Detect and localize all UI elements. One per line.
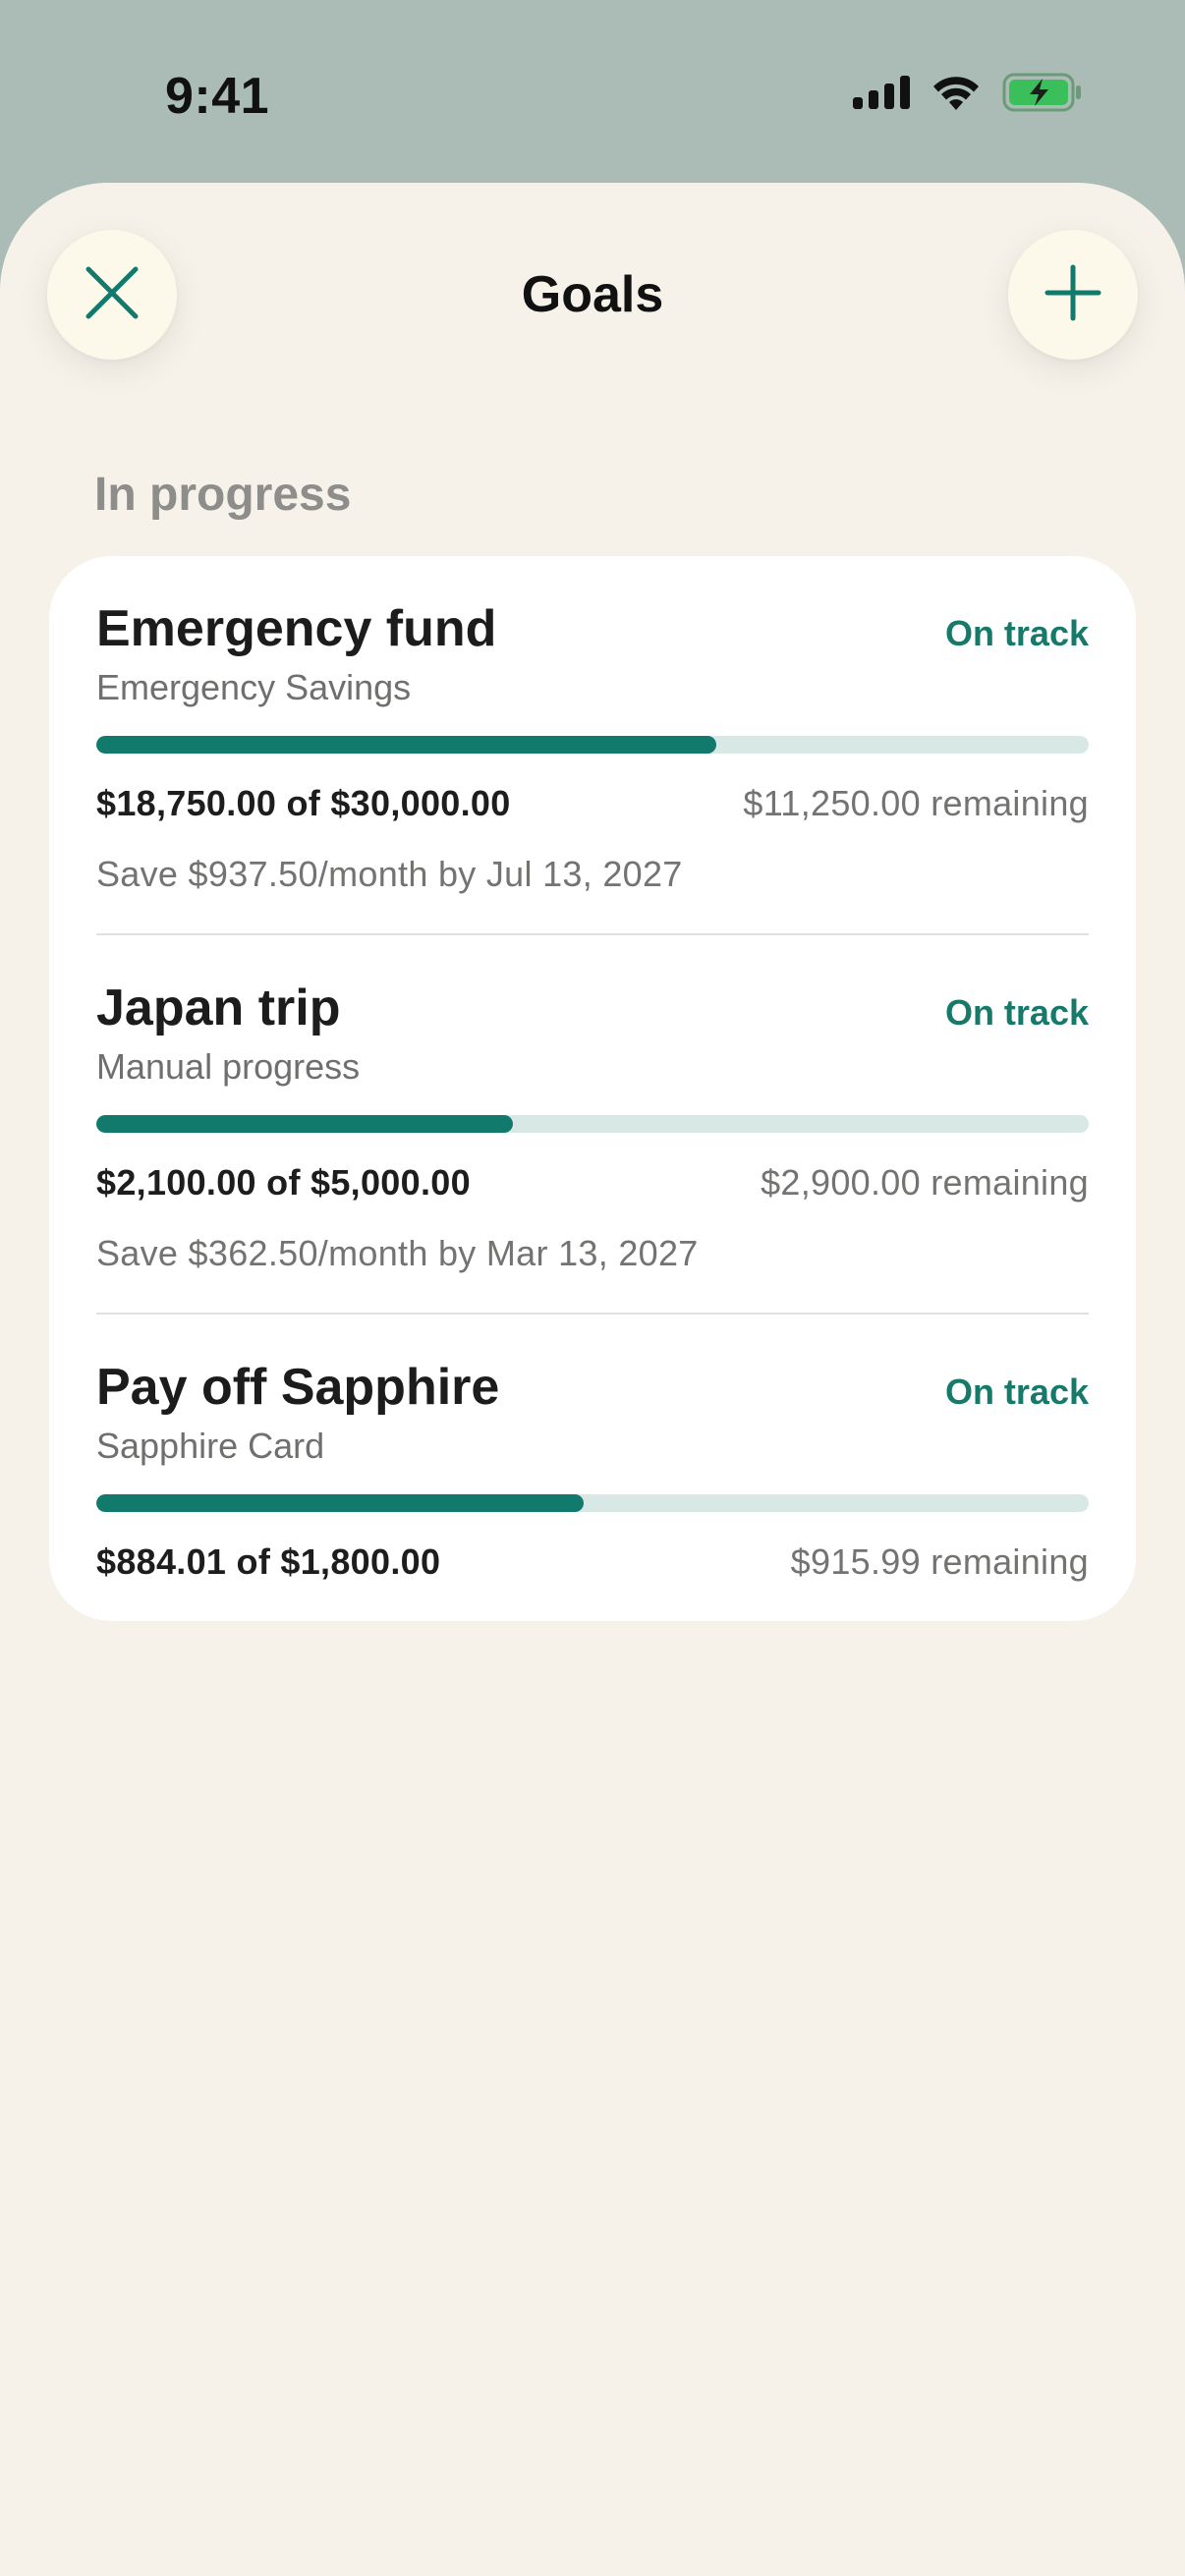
goal-name: Japan trip	[96, 980, 341, 1036]
goal-save-plan: Save $937.50/month by Jul 13, 2027	[96, 854, 683, 895]
goal-account: Emergency Savings	[96, 667, 412, 708]
goal-progress-bar	[96, 1115, 1089, 1134]
status-icons	[853, 73, 1083, 112]
goal-remaining: $11,250.00 remaining	[743, 783, 1089, 824]
add-goal-button[interactable]	[1008, 230, 1138, 360]
goal-header: Japan trip On track	[96, 980, 1089, 1036]
goal-remaining: $915.99 remaining	[790, 1541, 1089, 1583]
goal-account: Manual progress	[96, 1046, 361, 1088]
goal-amount-row: $18,750.00 of $30,000.00 $11,250.00 rema…	[96, 783, 1089, 824]
goal-amount: $884.01 of $1,800.00	[96, 1541, 441, 1583]
goal-progress-fill	[96, 736, 717, 755]
goal-account: Sapphire Card	[96, 1426, 325, 1467]
wifi-icon	[931, 75, 981, 110]
goal-item-japan-trip[interactable]: Japan trip On track Manual progress $2,1…	[96, 933, 1089, 1313]
goal-remaining: $2,900.00 remaining	[761, 1162, 1089, 1204]
goal-progress-fill	[96, 1494, 584, 1513]
goal-progress-fill	[96, 1115, 514, 1134]
plus-icon	[1044, 263, 1102, 327]
status-bar: 9:41	[0, 0, 1185, 187]
goal-progress-bar	[96, 736, 1089, 755]
goal-save-plan: Save $362.50/month by Mar 13, 2027	[96, 1233, 699, 1274]
goal-amount-row: $2,100.00 of $5,000.00 $2,900.00 remaini…	[96, 1162, 1089, 1204]
goals-sheet: Goals In progress Emergency fund On trac…	[0, 183, 1185, 2576]
goals-list-card: Emergency fund On track Emergency Saving…	[49, 556, 1136, 1621]
goal-header: Emergency fund On track	[96, 600, 1089, 657]
goal-item-emergency-fund[interactable]: Emergency fund On track Emergency Saving…	[96, 556, 1089, 933]
goal-status-badge: On track	[944, 992, 1089, 1033]
goal-item-pay-off-sapphire[interactable]: Pay off Sapphire On track Sapphire Card …	[96, 1313, 1089, 1621]
goal-amount: $2,100.00 of $5,000.00	[96, 1162, 471, 1204]
goal-amount: $18,750.00 of $30,000.00	[96, 783, 511, 824]
battery-charging-icon	[1002, 73, 1083, 112]
goal-name: Emergency fund	[96, 600, 497, 657]
goal-amount-row: $884.01 of $1,800.00 $915.99 remaining	[96, 1541, 1089, 1583]
cellular-signal-icon	[853, 76, 910, 109]
goal-header: Pay off Sapphire On track	[96, 1359, 1089, 1416]
status-time: 9:41	[165, 68, 270, 125]
goal-name: Pay off Sapphire	[96, 1359, 500, 1416]
goal-status-badge: On track	[944, 1372, 1089, 1412]
goal-progress-bar	[96, 1494, 1089, 1513]
section-label-in-progress: In progress	[94, 469, 352, 521]
goal-status-badge: On track	[944, 613, 1089, 653]
